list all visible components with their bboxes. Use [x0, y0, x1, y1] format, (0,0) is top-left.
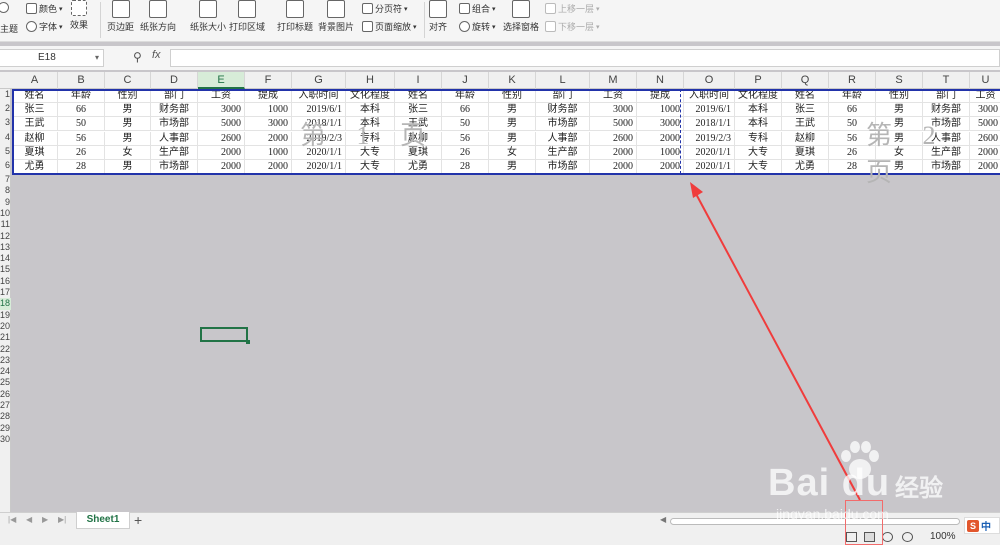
sogou-icon: S — [967, 519, 979, 532]
annotation-arrow-head — [690, 182, 703, 198]
ime-language: 中 — [981, 522, 991, 533]
input-method-indicator[interactable]: S 中 — [964, 517, 1000, 534]
jingyan-logo-text: 经验 — [895, 475, 943, 502]
baidu-logo: Bai du — [768, 462, 891, 504]
watermark-url: jingyan.baidu.com — [776, 506, 889, 522]
